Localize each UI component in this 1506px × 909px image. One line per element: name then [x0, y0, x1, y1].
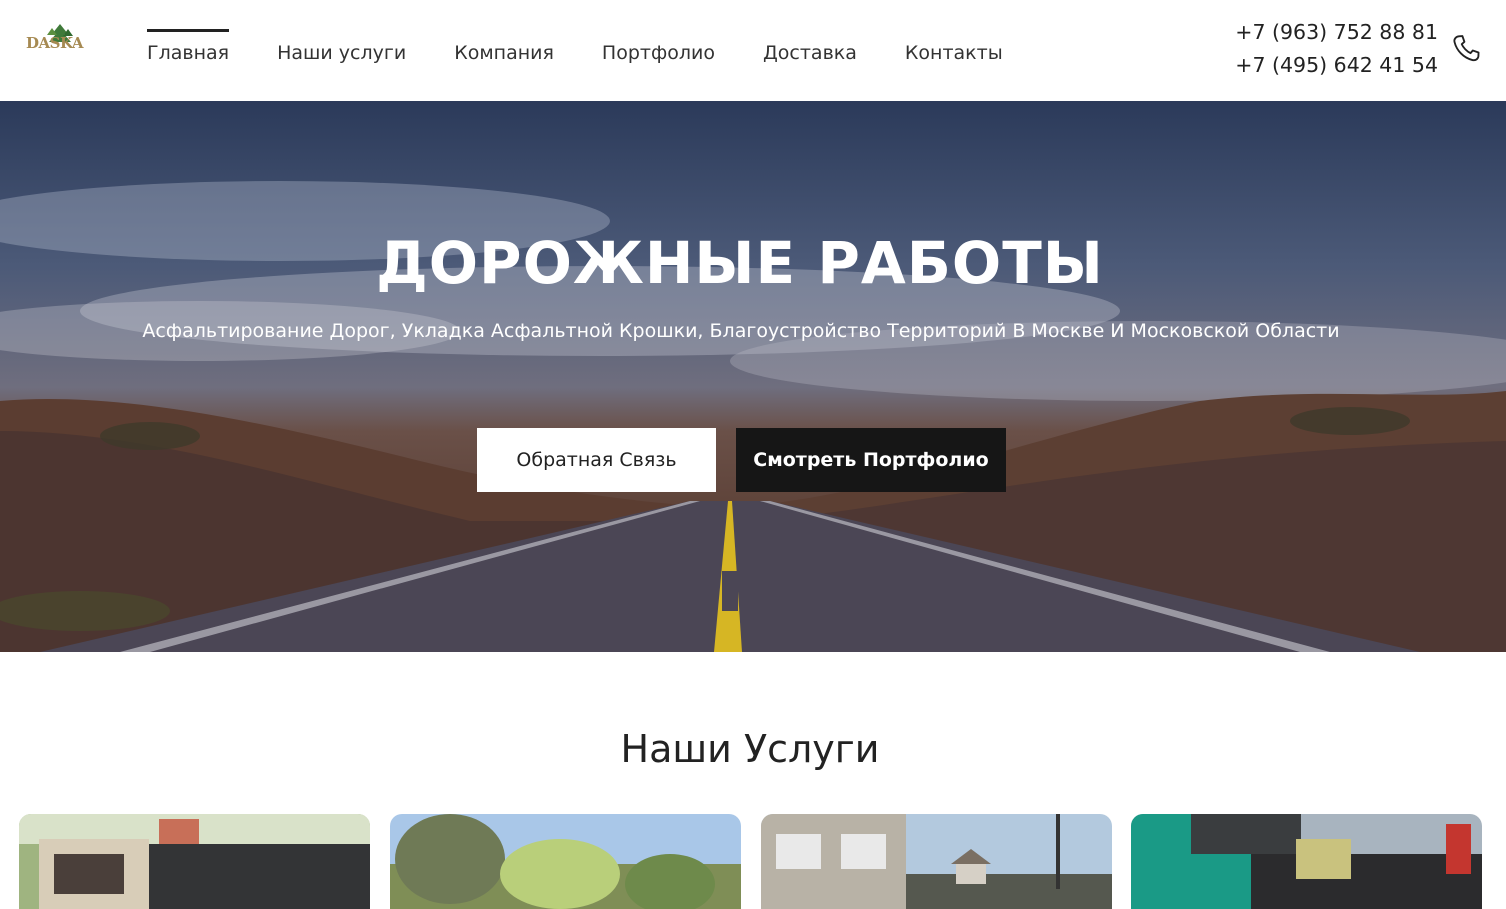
phone-numbers: +7 (963) 752 88 81 +7 (495) 642 41 54 — [1235, 16, 1438, 82]
service-card-3[interactable] — [761, 814, 1112, 909]
phone-link-1[interactable]: +7 (963) 752 88 81 — [1235, 16, 1438, 49]
service-card-1[interactable] — [19, 814, 370, 909]
logo-text: DASKA — [26, 34, 84, 52]
service-photo-1 — [19, 814, 370, 909]
phone-icon[interactable] — [1450, 33, 1482, 65]
service-photo-4 — [1131, 814, 1482, 909]
main-nav: Главная Наши услуги Компания Портфолио Д… — [147, 29, 1051, 80]
nav-item-home[interactable]: Главная — [147, 29, 230, 80]
view-portfolio-button[interactable]: Смотреть Портфолио — [736, 428, 1006, 492]
site-header: DASKA Главная Наши услуги Компания Портф… — [0, 0, 1506, 101]
hero-banner: ДОРОЖНЫЕ РАБОТЫ Асфальтирование Дорог, У… — [0, 101, 1506, 652]
services-title: Наши Услуги — [620, 727, 880, 771]
feedback-button[interactable]: Обратная Связь — [477, 428, 716, 492]
phone-link-2[interactable]: +7 (495) 642 41 54 — [1235, 49, 1438, 82]
service-card-2[interactable] — [390, 814, 741, 909]
nav-item-contacts[interactable]: Контакты — [905, 30, 1003, 80]
service-photo-3 — [761, 814, 1112, 909]
nav-item-company[interactable]: Компания — [454, 30, 554, 80]
service-card-4[interactable] — [1131, 814, 1482, 909]
hero-title: ДОРОЖНЫЕ РАБОТЫ — [376, 229, 1104, 297]
service-photo-2 — [390, 814, 741, 909]
company-logo[interactable]: DASKA — [24, 22, 96, 56]
nav-item-services[interactable]: Наши услуги — [277, 30, 406, 80]
hero-subtitle: Асфальтирование Дорог, Укладка Асфальтно… — [142, 320, 1340, 342]
nav-item-portfolio[interactable]: Портфолио — [602, 30, 715, 80]
nav-item-delivery[interactable]: Доставка — [763, 30, 857, 80]
road-landscape-image — [0, 181, 1506, 652]
